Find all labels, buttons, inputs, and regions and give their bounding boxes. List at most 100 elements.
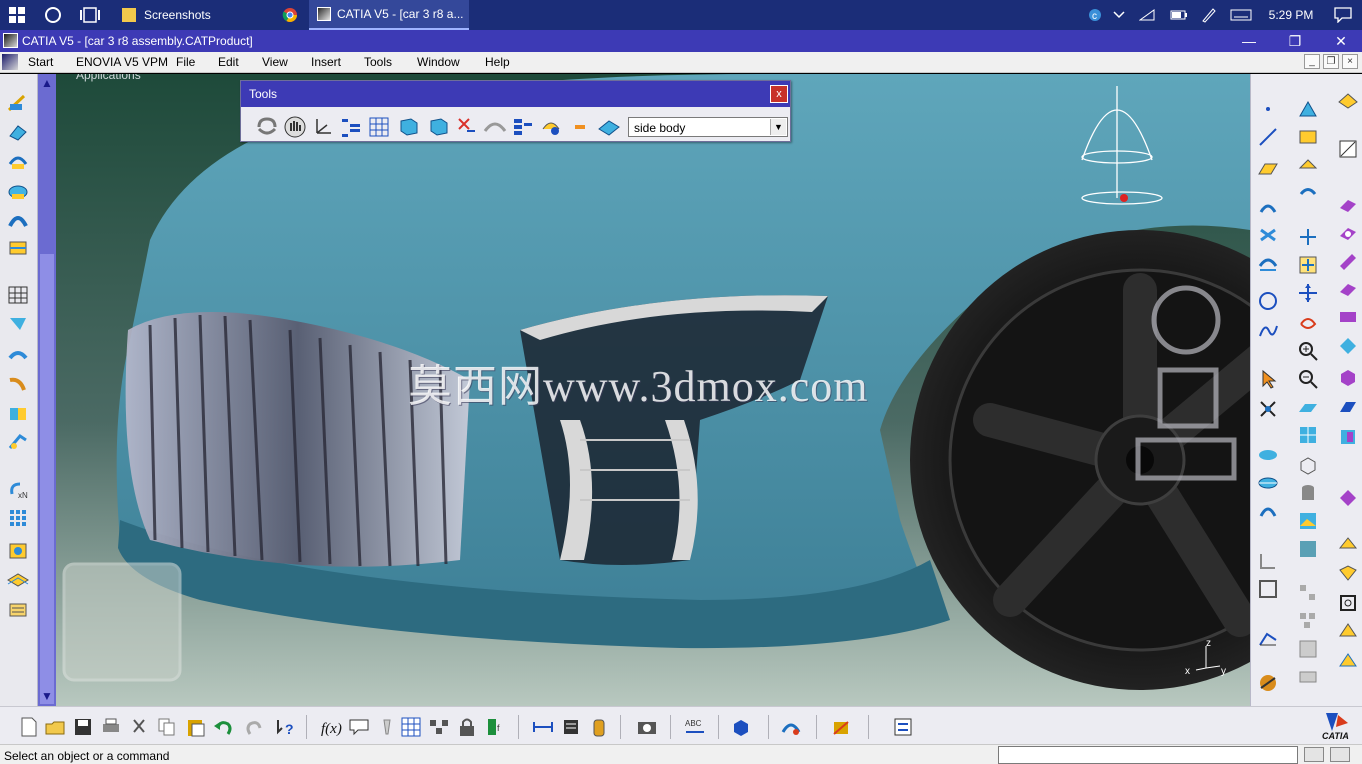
extrude-icon[interactable] (6, 120, 30, 142)
menu-window[interactable]: Window (417, 55, 460, 69)
thickness-icon[interactable] (1337, 396, 1359, 418)
scroll-up-arrow-icon[interactable]: ▲ (41, 77, 53, 89)
menu-start[interactable]: Start (28, 55, 53, 69)
taskbar-app-catia[interactable]: CATIA V5 - [car 3 r8 a... (309, 0, 469, 30)
menu-edit[interactable]: Edit (218, 55, 239, 69)
table-icon[interactable] (400, 716, 422, 738)
revolve-icon[interactable] (6, 150, 30, 172)
wifi-icon[interactable] (1130, 9, 1164, 21)
copy-icon[interactable] (156, 716, 178, 738)
layer-properties-icon[interactable] (597, 115, 621, 139)
shaft-icon[interactable] (1337, 250, 1359, 272)
draft-icon[interactable] (1337, 534, 1359, 556)
swap-icon[interactable] (1257, 500, 1279, 522)
pattern-icon[interactable] (6, 506, 30, 528)
update-icon[interactable] (255, 115, 279, 139)
trim-icon[interactable] (6, 430, 30, 452)
comment-icon[interactable] (348, 716, 370, 738)
save-icon[interactable] (72, 716, 94, 738)
split-icon[interactable] (1337, 592, 1359, 614)
menu-tools[interactable]: Tools (364, 55, 392, 69)
sweep-icon[interactable] (6, 180, 30, 202)
create-datum-icon[interactable] (483, 115, 507, 139)
fit-all-icon[interactable] (1297, 98, 1319, 120)
quick-view-icon[interactable] (1297, 424, 1319, 446)
capture-icon[interactable] (636, 716, 658, 738)
chamfer-icon[interactable] (1337, 486, 1359, 508)
sketch-icon[interactable] (6, 92, 30, 114)
fit-icon[interactable] (1297, 254, 1319, 276)
minus-icon[interactable] (569, 115, 593, 139)
fill-icon[interactable] (6, 236, 30, 258)
part-design-icon[interactable] (730, 716, 752, 738)
fillet-icon[interactable] (1337, 426, 1359, 448)
keep-mode-icon[interactable] (511, 115, 535, 139)
projection-icon[interactable] (1257, 196, 1279, 218)
battery-icon[interactable] (1164, 10, 1194, 20)
network-app-icon[interactable]: c (1082, 8, 1108, 22)
grid-tool-icon[interactable] (367, 115, 391, 139)
catalog-icon[interactable] (6, 598, 30, 620)
shell-icon[interactable] (1337, 562, 1359, 584)
measure-between-icon[interactable] (532, 716, 554, 738)
zoom-in-icon[interactable] (1297, 340, 1319, 362)
point-icon[interactable] (1257, 98, 1279, 120)
menu-insert[interactable]: Insert (311, 55, 341, 69)
rotate-view-icon[interactable] (1297, 182, 1319, 204)
rib-icon[interactable] (1337, 334, 1359, 356)
scroll-thumb[interactable] (40, 254, 54, 704)
graph-icon[interactable] (1257, 626, 1279, 648)
surface-icon[interactable] (6, 344, 30, 366)
plane-icon[interactable] (1257, 158, 1279, 180)
product-icon[interactable] (1297, 638, 1319, 660)
measure-item-icon[interactable] (560, 716, 582, 738)
parallel-curve-icon[interactable] (1257, 252, 1279, 274)
vertical-scrollbar[interactable]: ▲ ▼ (38, 74, 56, 706)
cut-icon[interactable] (128, 716, 150, 738)
minimize-button[interactable]: — (1226, 30, 1272, 52)
pocket-icon[interactable] (1337, 222, 1359, 244)
windows-start-icon[interactable] (8, 0, 26, 30)
notifications-icon[interactable] (1324, 7, 1362, 23)
apply-material-icon[interactable] (830, 716, 852, 738)
doc-minimize-button[interactable]: _ (1304, 54, 1320, 69)
menu-file[interactable]: File (176, 55, 195, 69)
bom-icon[interactable] (428, 716, 450, 738)
scroll-down-arrow-icon[interactable]: ▼ (41, 690, 53, 702)
boolean-icon[interactable] (1337, 620, 1359, 642)
parameters-icon[interactable]: f (484, 716, 506, 738)
chevron-down-icon[interactable] (1108, 11, 1130, 19)
paste-icon[interactable] (184, 716, 206, 738)
multi-view-icon[interactable] (1297, 126, 1319, 148)
render-style-icon[interactable] (1257, 672, 1279, 694)
menu-enovia[interactable]: ENOVIA V5 VPM (76, 55, 168, 69)
open-folder-icon[interactable] (44, 716, 66, 738)
compass-snap-icon[interactable] (1257, 398, 1279, 420)
status-split-button[interactable] (1330, 747, 1350, 762)
solid-icon[interactable] (1337, 366, 1359, 388)
work-on-support-icon[interactable] (397, 115, 421, 139)
tree-icon[interactable] (1297, 582, 1319, 604)
tree-expand-icon[interactable] (339, 115, 363, 139)
axis-system-tool-icon[interactable] (311, 115, 335, 139)
zoom-out-icon[interactable] (1297, 368, 1319, 390)
offset-icon[interactable] (6, 402, 30, 424)
formula-icon[interactable]: f(x) (320, 716, 342, 738)
tools-toolbar-header[interactable]: Tools x (241, 81, 790, 107)
manipulate-hand-icon[interactable] (283, 115, 307, 139)
shading-icon[interactable] (1297, 538, 1319, 560)
grid-icon[interactable] (6, 284, 30, 306)
fly-view-icon[interactable] (1337, 90, 1359, 112)
new-file-icon[interactable] (18, 716, 40, 738)
assembly-icon[interactable] (1297, 610, 1319, 632)
lock-icon[interactable] (456, 716, 478, 738)
doc-close-button[interactable]: × (1342, 54, 1358, 69)
task-view-icon[interactable] (79, 0, 101, 30)
hole-icon[interactable] (1337, 306, 1359, 328)
keyboard-icon[interactable] (1224, 9, 1258, 21)
pan-icon[interactable] (1297, 226, 1319, 248)
print-icon[interactable] (100, 716, 122, 738)
line-icon[interactable] (1257, 126, 1279, 148)
catia-doc-icon[interactable] (2, 54, 18, 70)
whats-this-icon[interactable]: ? (274, 716, 296, 738)
